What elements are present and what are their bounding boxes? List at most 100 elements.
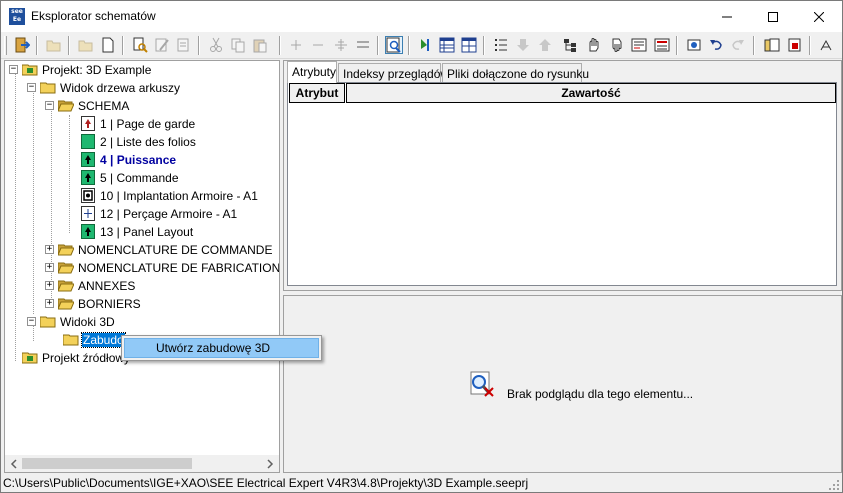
context-menu: Utwórz zabudowę 3D (121, 335, 322, 361)
open-folder-icon (58, 262, 74, 274)
expand-toggle[interactable]: + (45, 263, 54, 272)
scroll-right-icon[interactable] (265, 459, 275, 469)
list-button[interactable] (492, 36, 510, 54)
report2-button[interactable] (653, 36, 671, 54)
exit-button[interactable] (13, 36, 31, 54)
toolbar-grip[interactable] (4, 36, 7, 55)
tree-horizontal-scrollbar[interactable] (5, 455, 279, 472)
collapse-toggle[interactable]: − (9, 65, 18, 74)
drag-down-icon (612, 38, 622, 52)
tab-attached-files[interactable]: Pliki dołączone do rysunku (442, 63, 589, 83)
attributes-grid[interactable]: Atrybut Zawartość (287, 82, 837, 286)
tree-node-page[interactable]: 1 | Page de garde (81, 115, 196, 132)
book2-button[interactable] (786, 36, 804, 54)
collapse-toggle[interactable]: − (45, 101, 54, 110)
tree-node-project[interactable]: − Projekt: 3D Example (9, 61, 152, 78)
rename-icon (177, 38, 189, 52)
tree-node-page[interactable]: 13 | Panel Layout (81, 223, 194, 240)
open-button[interactable] (45, 36, 63, 54)
insert-button[interactable] (332, 36, 350, 54)
zoom-out-button[interactable] (309, 36, 327, 54)
tree-label: Projekt: 3D Example (42, 62, 152, 77)
sort-icon (820, 39, 832, 51)
project-icon (22, 352, 38, 364)
align-button[interactable] (354, 36, 372, 54)
grid-view-button[interactable] (438, 36, 456, 54)
redo-button[interactable] (729, 36, 747, 54)
tree-node-selected[interactable]: Zabudo (63, 331, 126, 348)
grid-icon (439, 37, 455, 53)
tree-node-folder[interactable]: + ANNEXES (45, 277, 136, 294)
cut-button[interactable] (207, 36, 225, 54)
undo-button[interactable] (707, 36, 725, 54)
tree-node-page[interactable]: 2 | Liste des folios (81, 133, 197, 150)
drag-button[interactable] (584, 36, 602, 54)
column-header-content[interactable]: Zawartość (346, 83, 836, 103)
zoom-in-button[interactable] (287, 36, 305, 54)
resize-grip-icon[interactable] (828, 479, 840, 491)
tree-node-page[interactable]: 10 | Implantation Armoire - A1 (81, 187, 259, 204)
tree-node-3d-views[interactable]: − Widoki 3D (27, 313, 116, 330)
scroll-left-icon[interactable] (9, 459, 19, 469)
open-folder-button[interactable] (77, 36, 95, 54)
preview-toggle-button[interactable] (385, 36, 403, 54)
tree-label: Widoki 3D (60, 314, 115, 329)
open-folder-icon (58, 244, 74, 256)
expand-toggle[interactable]: + (45, 299, 54, 308)
tree-label: 10 | Implantation Armoire - A1 (100, 188, 258, 203)
scroll-thumb[interactable] (22, 458, 192, 469)
table-view-button[interactable] (460, 36, 478, 54)
tree-node-schema[interactable]: − SCHEMA (45, 97, 130, 114)
tree-node-sheet-view[interactable]: − Widok drzewa arkuszy (27, 79, 181, 96)
project-tree[interactable]: − Projekt: 3D Example − Widok drzewa ark… (4, 60, 280, 473)
toolbar-separator (36, 36, 38, 55)
no-preview-message: Brak podglądu dla tego elementu... (507, 387, 694, 401)
sort-button[interactable] (817, 36, 835, 54)
collapse-toggle[interactable]: − (27, 317, 36, 326)
maximize-button[interactable] (750, 1, 796, 32)
find-icon (133, 37, 148, 53)
close-button[interactable] (796, 1, 842, 32)
find-button[interactable] (131, 36, 149, 54)
copy-button[interactable] (229, 36, 247, 54)
cut-icon (210, 37, 222, 52)
maximize-icon (768, 11, 778, 22)
page-icon (81, 116, 95, 131)
tree-node-source-project[interactable]: Projekt źródłowy (9, 349, 131, 366)
list-icon (495, 39, 507, 51)
folder-icon (40, 316, 56, 328)
title-bar[interactable]: see Ee Eksplorator schematów (1, 1, 842, 32)
tree-node-page[interactable]: 4 | Puissance (81, 151, 177, 168)
preview-panel: Brak podglądu dla tego elementu... (283, 295, 842, 473)
tab-revision-indexes[interactable]: Indeksy przeglądów (338, 63, 449, 83)
tree-label: 12 | Perçage Armoire - A1 (100, 206, 238, 221)
tree-button[interactable] (561, 36, 579, 54)
refresh-button[interactable] (416, 36, 434, 54)
settings-button[interactable] (685, 36, 703, 54)
edit-button[interactable] (153, 36, 171, 54)
move-down-button[interactable] (514, 36, 532, 54)
minimize-button[interactable] (704, 1, 750, 32)
new-document-button[interactable] (99, 36, 117, 54)
tree-label: SCHEMA (78, 98, 130, 113)
expand-toggle[interactable]: + (45, 245, 54, 254)
report-button[interactable] (630, 36, 648, 54)
drag-down-button[interactable] (607, 36, 625, 54)
paste-button[interactable] (251, 36, 269, 54)
column-header-attribute[interactable]: Atrybut (289, 83, 345, 103)
toolbar-separator (122, 36, 124, 55)
rename-button[interactable] (175, 36, 193, 54)
tree-node-folder[interactable]: + NOMENCLATURE DE COMMANDE (45, 241, 273, 258)
expand-toggle[interactable]: + (45, 281, 54, 290)
tree-node-page[interactable]: 5 | Commande (81, 169, 180, 186)
tree-node-folder[interactable]: + NOMENCLATURE DE FABRICATION (45, 259, 279, 276)
tree-node-page[interactable]: 12 | Perçage Armoire - A1 (81, 205, 238, 222)
tree-node-folder[interactable]: + BORNIERS (45, 295, 142, 312)
collapse-toggle[interactable]: − (27, 83, 36, 92)
book-button[interactable] (763, 36, 781, 54)
app-icon: see Ee (9, 8, 25, 25)
book-icon (764, 38, 780, 52)
tab-attributes[interactable]: Atrybuty (287, 61, 337, 83)
menu-item-create-3d-enclosure[interactable]: Utwórz zabudowę 3D (124, 338, 319, 358)
move-up-button[interactable] (536, 36, 554, 54)
